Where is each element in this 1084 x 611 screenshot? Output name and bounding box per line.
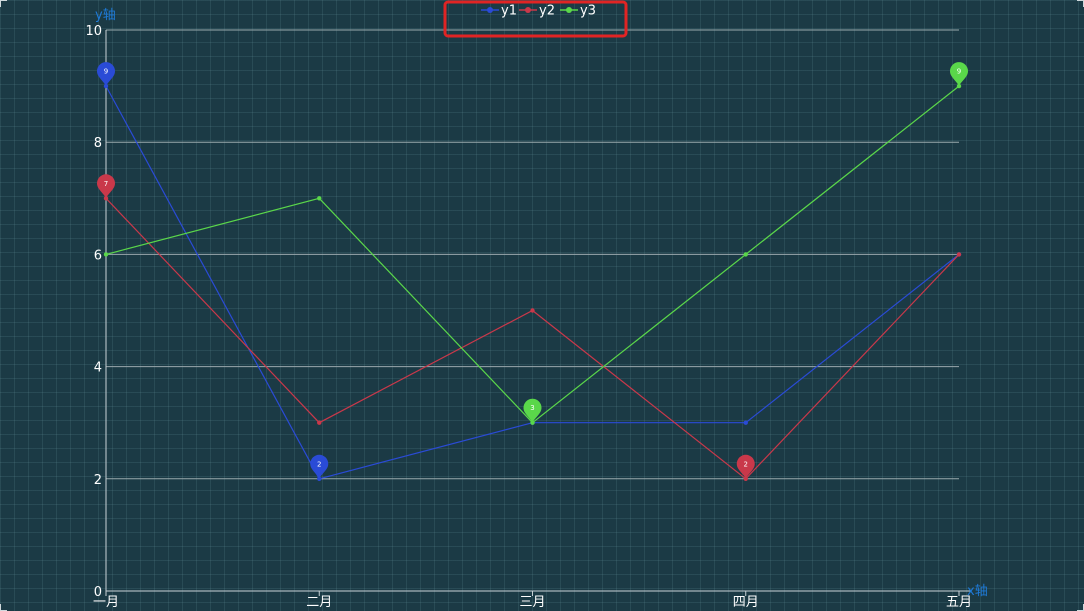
marker-pin-y2: 2 (736, 454, 755, 479)
marker-pin-label: 2 (317, 460, 321, 468)
frame-corner-bottom-left (0, 604, 7, 611)
x-tick-label: 三月 (519, 595, 545, 610)
legend-item-y2: y2 (519, 4, 555, 19)
data-point-y2 (530, 308, 535, 313)
marker-pin-label: 3 (530, 404, 534, 412)
marker-pin-y3: 3 (523, 398, 542, 423)
legend-label: y1 (501, 4, 517, 19)
legend-item-y3: y3 (560, 4, 596, 19)
data-point-y3 (103, 252, 109, 257)
y-tick-label: 2 (94, 473, 102, 488)
frame-corner-top-left (0, 0, 7, 7)
x-tick-label: 二月 (306, 595, 332, 610)
marker-pin-y3: 9 (950, 62, 968, 87)
x-tick-label: 一月 (93, 595, 119, 610)
data-point-y1 (743, 420, 748, 425)
x-axis-title: x轴 (967, 584, 988, 599)
legend-highlight-box (443, 0, 628, 38)
data-point-y2 (317, 420, 322, 425)
marker-pin-y1: 9 (97, 62, 115, 87)
series-line-y2 (105, 197, 960, 480)
marker-pin-y2: 7 (97, 174, 115, 199)
legend-label: y3 (580, 4, 596, 19)
data-point-y2 (956, 252, 962, 257)
data-point-y3 (743, 252, 748, 257)
marker-pin-label: 9 (957, 68, 961, 76)
y-tick-label: 8 (94, 136, 102, 151)
frame-corner-bottom-right (1077, 604, 1084, 611)
marker-pin-label: 9 (104, 68, 108, 76)
legend-swatch-dot (566, 7, 572, 13)
legend-item-y1: y1 (481, 4, 517, 19)
marker-pin-label: 7 (104, 180, 108, 188)
frame-corner-top-right (1077, 0, 1084, 7)
marker-pin-label: 2 (744, 460, 748, 468)
line-chart: 0246810一月 二月 三月 四月 五月y轴x轴927239y1 y2 y3 (85, 0, 988, 610)
chart-canvas: 0 2 4 6 8 10 一月 二月 三月 四月 五月 y轴 x轴 9 2 7 2 3 9 y1 y2 y3 (0, 0, 1084, 611)
data-point-y3 (317, 196, 322, 201)
legend-swatch-dot (487, 7, 493, 13)
legend-swatch-dot (525, 7, 531, 13)
marker-pin-y1: 2 (310, 454, 329, 479)
y-tick-label: 10 (85, 24, 102, 39)
y-tick-label: 4 (94, 361, 102, 376)
legend-label: y2 (539, 4, 555, 19)
legend: y1 y2 y3 (443, 0, 628, 38)
y-tick-label: 6 (94, 248, 102, 263)
x-tick-label: 四月 (733, 595, 759, 610)
y-axis-title: y轴 (95, 8, 116, 23)
